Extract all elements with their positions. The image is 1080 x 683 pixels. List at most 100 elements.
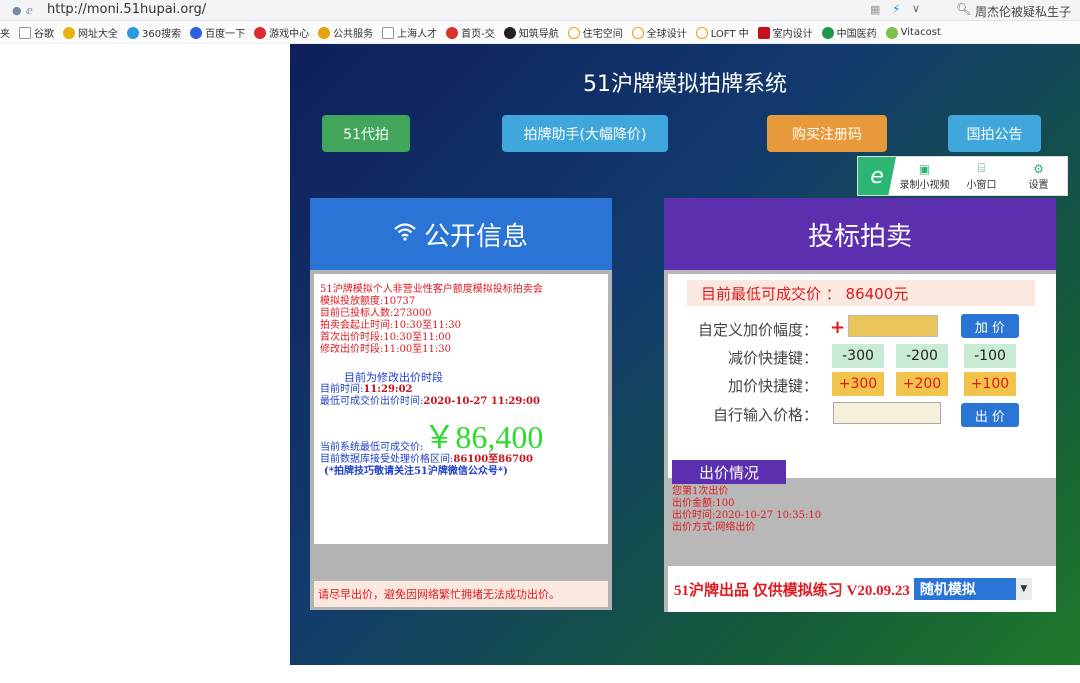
lowest-time: 2020-10-27 11:29:00 [423,396,540,407]
custom-increment-input[interactable] [848,315,938,337]
gear-icon: ⚙ [1033,161,1044,176]
plus-300-button[interactable]: +300 [832,372,884,396]
bookmark-item[interactable]: 全球设计 [631,25,687,40]
tip-text: (*拍牌技巧敬请关注51沪牌微信公众号*) [324,466,508,477]
notice-button[interactable]: 国拍公告 [948,115,1041,152]
bookmark-item[interactable]: 住宅空间 [567,25,623,40]
proxy-bid-button[interactable]: 51代拍 [322,115,410,152]
public-info-title: 公开信息 [423,221,528,252]
info-line: 模拟投放额度:10737 [320,296,416,307]
minus-300-button[interactable]: -300 [832,344,884,368]
interior-icon [757,26,770,39]
globe-icon [63,26,75,39]
plus-100-button[interactable]: +100 [964,372,1016,396]
range-row: 目前数据库接受处理价格区间:86100至86700 [320,454,533,465]
wifi-icon [394,222,416,247]
page-icon [19,26,31,39]
warning-footer: 请尽早出价，避免因网络繁忙拥堵无法成功出价。 [314,581,608,607]
bookmark-item[interactable]: Vitacost [885,26,941,39]
lowest-price-banner: 目前最低可成交价 ： 86400元 [687,280,1035,306]
bookmark-item[interactable]: 知筑导航 [503,25,559,40]
chevron-down-icon: ▼ [1015,578,1032,600]
plus-shortcut-label: 加价快捷键： [727,377,818,395]
tv-icon: ⌸ [977,161,986,175]
manual-price-input[interactable] [833,402,941,424]
period-status: 目前为修改出价时段 [344,371,443,384]
register-button[interactable]: 购买注册码 [767,115,887,152]
assistant-button[interactable]: 拍牌助手(大幅降价) [502,115,668,152]
current-time: 11:29:02 [363,384,413,395]
bookmark-item[interactable]: 谷歌 [19,25,54,40]
bookmark-item[interactable]: LOFT 中 [695,25,749,40]
lowest-price-row: 当前系统最低可成交价: ￥86,400 [320,419,544,455]
bookmark-item[interactable]: 百度一下 [190,25,245,40]
bidding-header: 投标拍卖 [664,198,1056,270]
360-icon [127,26,139,39]
house-icon [567,26,580,39]
bookmark-item[interactable]: 中国医药 [821,25,877,40]
mini-window-button[interactable]: ⌸ 小窗口 [953,161,1010,191]
public-info-header: 公开信息 [310,198,612,270]
search-input[interactable]: 周杰伦被疑私生子 [975,3,1071,20]
search-icon[interactable]: 🔍︎ [956,2,971,16]
medicine-icon [821,26,834,39]
bookmark-item[interactable]: 360搜索 [127,25,181,40]
house-icon [631,26,644,39]
bid-log: 您第1次出价 出价金额:100 出价时间:2020-10-27 10:35:10… [672,486,822,533]
info-line: 目前已投标人数:273000 [320,308,432,319]
minus-200-button[interactable]: -200 [896,344,948,368]
public-info-panel: 51沪牌模拟个人非营业性客户额度模拟投标拍卖会 模拟投放额度:10737 目前已… [310,270,612,610]
bookmarks-bar: 夹 谷歌 网址大全 360搜索 百度一下 游戏中心 公共服务 上海人才 首页-交… [0,22,1080,44]
info-line: 修改出价时段:11:00至11:30 [320,344,452,355]
address-bar: ● ⅇ http://moni.51hupai.org/ ▦ ⚡ ∨ 🔍︎ 周杰… [0,0,1080,21]
current-time-row: 目前时间:11:29:02 [320,384,413,395]
settings-button[interactable]: ⚙ 设置 [1010,162,1067,191]
auction-page: 51沪牌模拟拍牌系统 51代拍 拍牌助手(大幅降价) 购买注册码 国拍公告 e … [290,44,1080,665]
info-line: 拍卖会起止时间:10:30至11:30 [320,320,462,331]
manual-price-label: 自行输入价格： [712,406,818,424]
minus-shortcut-label: 减价快捷键： [727,349,818,367]
bidding-controls: 目前最低可成交价 ： 86400元 自定义加价幅度： + 加 价 减价快捷键： … [668,274,1056,484]
lowest-price: ￥86,400 [423,419,544,455]
public-service-icon [318,26,331,39]
bookmark-item[interactable]: 上海人才 [382,25,437,40]
custom-increment-label: 自定义加价幅度： [697,321,818,339]
bid-status-tab[interactable]: 出价情况 [672,460,786,484]
public-info-content: 51沪牌模拟个人非营业性客户额度模拟投标拍卖会 模拟投放额度:10737 目前已… [314,274,608,544]
ie-icon: ⅇ [26,4,33,17]
price-range: 86100至86700 [453,454,533,465]
add-price-button[interactable]: 加 价 [961,314,1019,338]
version-text: 51沪牌出品 仅供模拟练习 V20.09.23 [674,582,910,599]
house-icon [695,26,708,39]
zhizhu-icon [503,26,516,39]
plus-200-button[interactable]: +200 [896,372,948,396]
bookmark-item[interactable]: 夹 [0,25,10,40]
bookmark-item[interactable]: 公共服务 [318,25,373,40]
mode-select[interactable]: 随机模拟 ▼ [913,578,1032,600]
bookmark-item[interactable]: 网址大全 [63,25,118,40]
bookmark-item[interactable]: 首页-交 [446,25,495,40]
page-icon [382,26,395,39]
game-icon [254,26,267,39]
version-footer: 51沪牌出品 仅供模拟练习 V20.09.23 随机模拟 ▼ [668,566,1056,612]
grid-icon[interactable]: ▦ [870,3,880,16]
recorder-toolbar: e ▣ 录制小视频 ⌸ 小窗口 ⚙ 设置 [857,156,1068,196]
e-logo-icon: e [858,157,896,195]
info-line: 51沪牌模拟个人非营业性客户额度模拟投标拍卖会 [320,284,543,295]
chevron-down-icon[interactable]: ∨ [912,2,920,15]
security-icon: ● [12,4,22,17]
lightning-icon[interactable]: ⚡ [892,2,900,16]
bookmark-item[interactable]: 室内设计 [757,25,813,40]
home-icon [446,26,459,39]
page-title: 51沪牌模拟拍牌系统 [583,72,787,97]
vitacost-icon [885,26,898,39]
bookmark-item[interactable]: 游戏中心 [254,25,309,40]
info-line: 首次出价时段:10:30至11:00 [320,332,452,343]
video-icon: ▣ [918,161,931,176]
submit-bid-button[interactable]: 出 价 [961,403,1019,427]
record-video-button[interactable]: ▣ 录制小视频 [896,162,953,191]
url-input[interactable]: http://moni.51hupai.org/ [47,2,206,17]
bidding-panel: 目前最低可成交价 ： 86400元 自定义加价幅度： + 加 价 减价快捷键： … [664,270,1056,612]
baidu-icon [190,26,203,39]
minus-100-button[interactable]: -100 [964,344,1016,368]
